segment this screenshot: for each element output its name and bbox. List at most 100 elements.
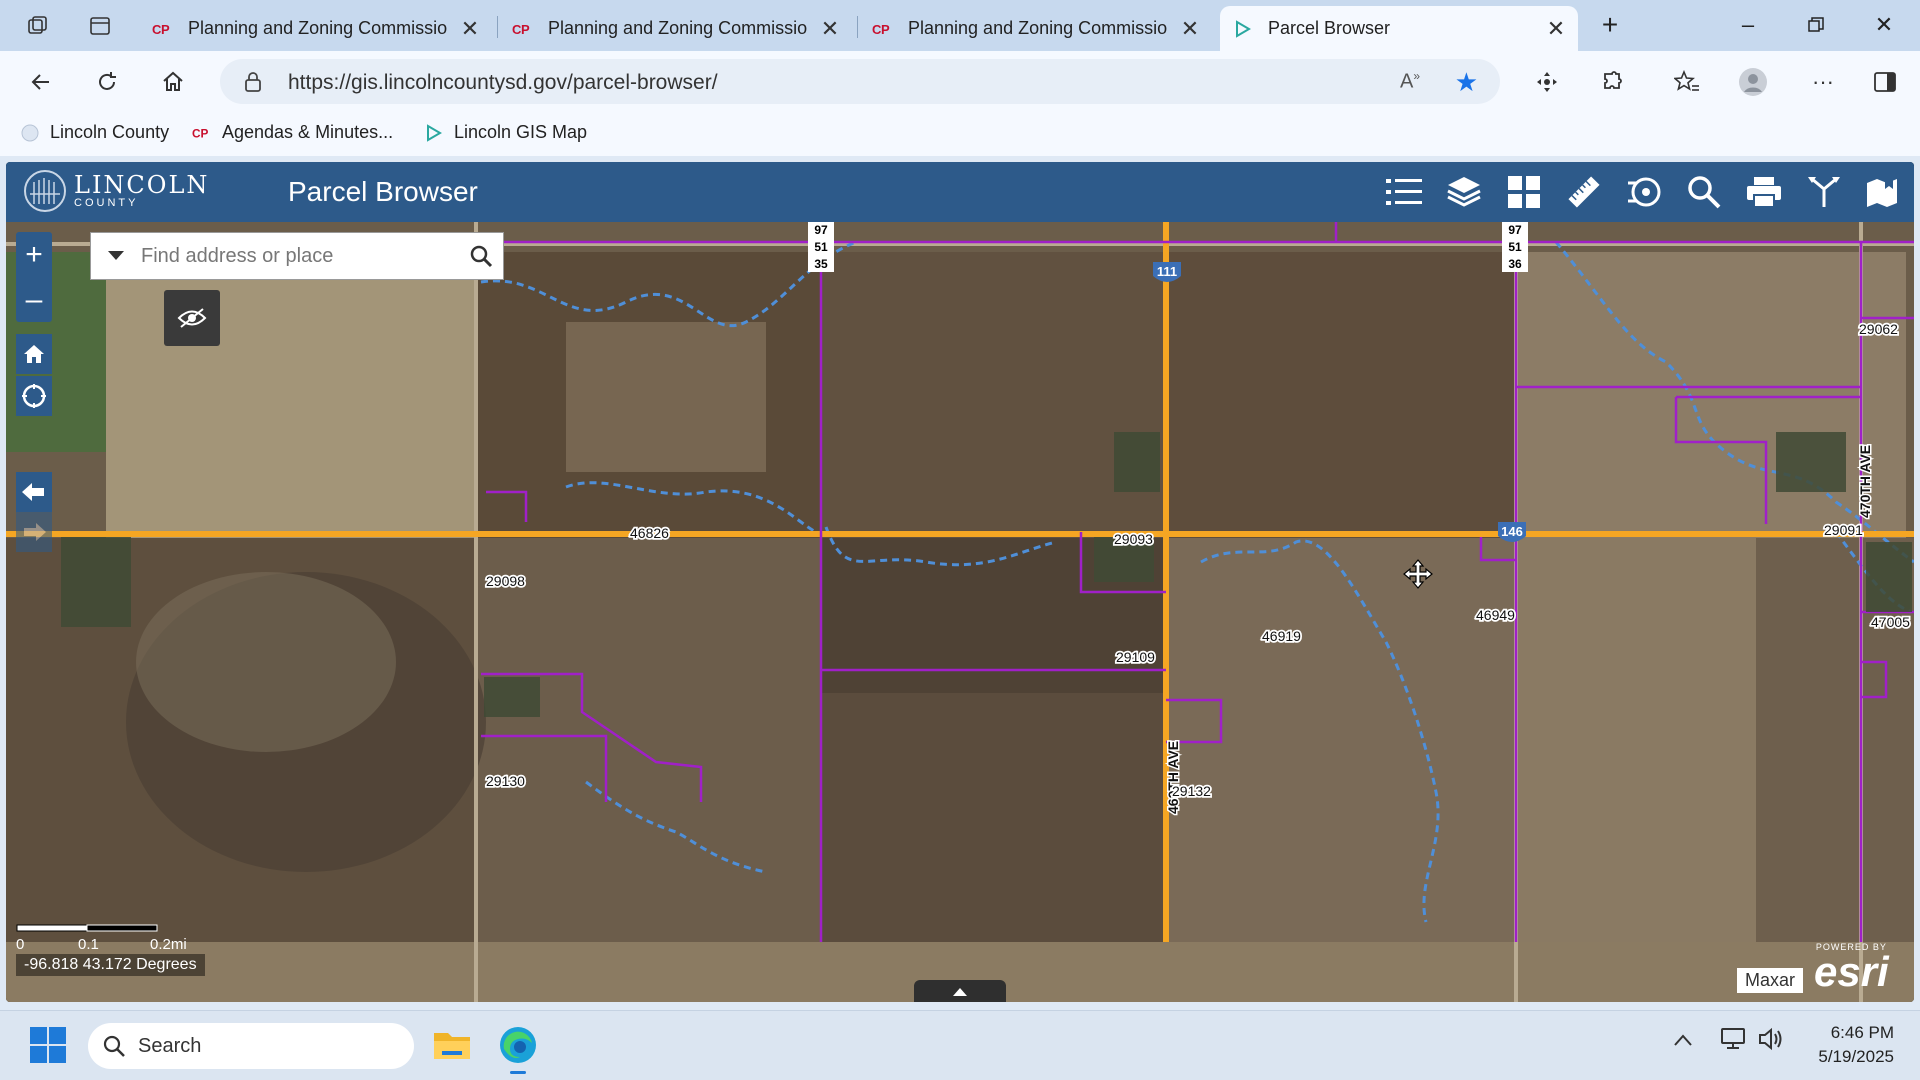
- basemap-gallery-icon[interactable]: [1504, 172, 1544, 212]
- lock-icon[interactable]: [244, 71, 262, 98]
- read-aloud-icon[interactable]: A»: [1400, 69, 1420, 94]
- county-seal-icon: [24, 170, 66, 212]
- route-shield-146: 146: [1498, 522, 1526, 542]
- tab-planning-3[interactable]: CP Planning and Zoning Commissio ✕: [860, 6, 1212, 51]
- tab-parcel-browser[interactable]: Parcel Browser ✕: [1220, 6, 1578, 51]
- svg-text:36: 36: [1508, 257, 1522, 271]
- minimize-icon[interactable]: –: [1724, 8, 1772, 42]
- svg-text:111: 111: [1157, 264, 1177, 279]
- taskbar-search[interactable]: Search: [88, 1023, 414, 1069]
- windows-start-icon[interactable]: [30, 1027, 66, 1068]
- svg-text:CP: CP: [192, 126, 209, 139]
- zoom-out-icon[interactable]: –: [16, 277, 52, 322]
- restore-icon[interactable]: [1792, 8, 1840, 42]
- favorites-icon[interactable]: [1670, 65, 1704, 99]
- system-clock[interactable]: 6:46 PM 5/19/2025: [1804, 1021, 1894, 1069]
- scale-tick: 0: [16, 936, 25, 953]
- section-marker-35: 97 51 35: [808, 222, 834, 272]
- refresh-icon[interactable]: [86, 61, 128, 103]
- search-tool-icon[interactable]: [1684, 172, 1724, 212]
- browser-toolbar: https://gis.lincolncountysd.gov/parcel-b…: [0, 51, 1920, 111]
- previous-extent-icon[interactable]: [16, 472, 52, 512]
- svg-text:51: 51: [814, 240, 828, 254]
- favorite-star-icon[interactable]: ★: [1455, 67, 1478, 98]
- parcel-label: 29091: [1824, 522, 1863, 538]
- parcel-browser-app: LINCOLN COUNTY Parcel Browser 97 51 35 9…: [6, 162, 1914, 1002]
- lincoln-county-logo: LINCOLN COUNTY: [24, 170, 209, 212]
- lincoln-cp-icon: CP: [872, 20, 894, 38]
- network-icon[interactable]: [1720, 1027, 1746, 1057]
- svg-text:97: 97: [1508, 223, 1522, 237]
- tab-actions-icon[interactable]: [82, 9, 118, 43]
- more-options-icon[interactable]: ···: [1806, 65, 1840, 99]
- search-source-dropdown[interactable]: [91, 233, 141, 279]
- app-header: LINCOLN COUNTY Parcel Browser: [6, 162, 1914, 222]
- parcel-label: 29132: [1172, 783, 1211, 799]
- share-icon[interactable]: [1804, 172, 1844, 212]
- volume-icon[interactable]: [1758, 1027, 1784, 1057]
- back-icon[interactable]: [20, 61, 62, 103]
- tab-title: Planning and Zoning Commissio: [908, 18, 1168, 38]
- home-icon[interactable]: [152, 61, 194, 103]
- tab-planning-1[interactable]: CP Planning and Zoning Commissio ✕: [140, 6, 492, 51]
- close-tab-icon[interactable]: ✕: [460, 16, 480, 42]
- file-explorer-icon[interactable]: [432, 1025, 472, 1070]
- layers-icon[interactable]: [1444, 172, 1484, 212]
- svg-text:P: P: [521, 22, 530, 36]
- address-search: [90, 232, 504, 280]
- section-marker-36: 97 51 36: [1502, 222, 1528, 272]
- close-tab-icon[interactable]: ✕: [1180, 16, 1200, 42]
- map-view[interactable]: 97 51 35 97 51 36 111 146 469TH AVE 470T…: [6, 222, 1914, 1002]
- print-icon[interactable]: [1744, 172, 1784, 212]
- bookmarks-bar: Lincoln County CP Agendas & Minutes... L…: [0, 111, 1920, 156]
- extensions-move-icon[interactable]: [1530, 65, 1564, 99]
- url-text[interactable]: https://gis.lincolncountysd.gov/parcel-b…: [288, 71, 718, 95]
- edge-browser-icon[interactable]: [496, 1023, 540, 1074]
- search-input[interactable]: [141, 236, 459, 276]
- legend-list-icon[interactable]: [1384, 172, 1424, 212]
- measure-ruler-icon[interactable]: [1564, 172, 1604, 212]
- close-tab-icon[interactable]: ✕: [1546, 16, 1566, 42]
- globe-icon: [20, 123, 40, 143]
- aerial-map-canvas[interactable]: 97 51 35 97 51 36 111 146 469TH AVE 470T…: [6, 222, 1914, 1002]
- extensions-icon[interactable]: [1596, 65, 1630, 99]
- zoom-in-icon[interactable]: +: [16, 232, 52, 277]
- gis-icon: [1232, 19, 1254, 38]
- lincoln-cp-icon: CP: [512, 20, 534, 38]
- draw-tool-icon[interactable]: [1624, 172, 1664, 212]
- scale-tick: 0.1: [78, 936, 99, 953]
- close-tab-icon[interactable]: ✕: [820, 16, 840, 42]
- bookmark-label: Agendas & Minutes...: [222, 122, 394, 142]
- road-label-469th: 469TH AVE: [1165, 741, 1181, 814]
- close-window-icon[interactable]: ✕: [1860, 8, 1908, 42]
- app-title: Parcel Browser: [288, 176, 478, 207]
- tab-title: Planning and Zoning Commissio: [188, 18, 448, 38]
- next-extent-icon[interactable]: [16, 512, 52, 552]
- locate-icon[interactable]: [16, 376, 52, 416]
- bookmark-label: Lincoln GIS Map: [454, 122, 588, 142]
- show-hidden-icons-icon[interactable]: [1674, 1029, 1692, 1052]
- workspaces-icon[interactable]: [20, 9, 56, 43]
- new-tab-icon[interactable]: +: [1586, 8, 1634, 42]
- profile-avatar[interactable]: [1736, 65, 1770, 99]
- tab-planning-2[interactable]: CP Planning and Zoning Commissio ✕: [500, 6, 852, 51]
- clock-time: 6:46 PM: [1830, 1023, 1894, 1042]
- address-bar[interactable]: https://gis.lincolncountysd.gov/parcel-b…: [220, 59, 1500, 104]
- taskbar-search-label: Search: [138, 1034, 202, 1057]
- coordinate-readout: -96.818 43.172 Degrees: [16, 954, 205, 976]
- search-icon[interactable]: [459, 233, 503, 279]
- home-extent-icon[interactable]: [16, 334, 52, 374]
- tab-title: Planning and Zoning Commissio: [548, 18, 808, 38]
- scale-bar: 0 0.1 0.2mi: [16, 922, 206, 953]
- lincoln-cp-icon: CP: [192, 123, 212, 143]
- bookmark-agendas[interactable]: CP Agendas & Minutes...: [192, 122, 393, 143]
- parcel-label: 29093: [1114, 531, 1153, 547]
- bookmark-map-icon[interactable]: [1862, 172, 1902, 212]
- svg-text:146: 146: [1501, 524, 1523, 539]
- bookmark-lincoln-gis-map[interactable]: Lincoln GIS Map: [424, 122, 587, 143]
- bookmark-lincoln-county[interactable]: Lincoln County: [20, 122, 169, 143]
- visibility-toggle-icon[interactable]: [164, 290, 220, 346]
- svg-text:P: P: [881, 22, 890, 36]
- expand-panel-button[interactable]: [914, 980, 1006, 1002]
- sidebar-toggle-icon[interactable]: [1868, 65, 1902, 99]
